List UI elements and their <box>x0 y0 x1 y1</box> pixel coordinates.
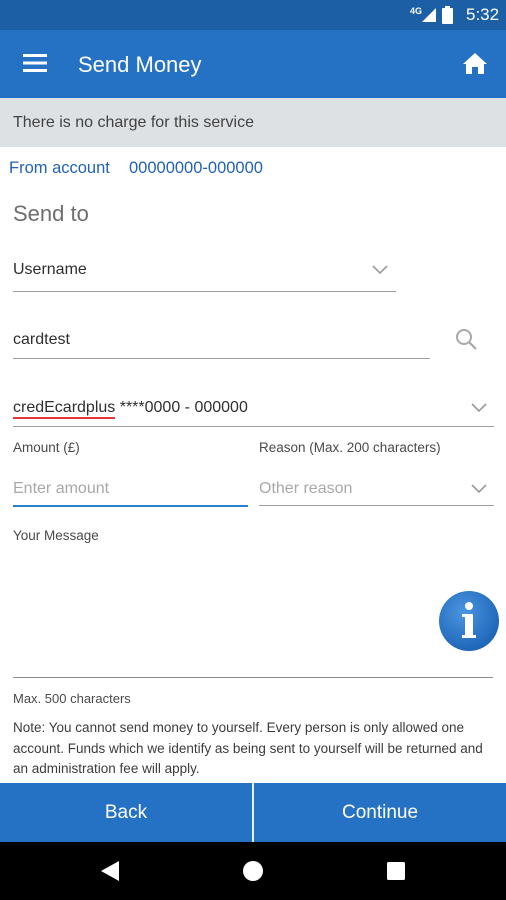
from-account-label: From account <box>9 159 110 177</box>
amount-underline <box>13 505 248 507</box>
recents-nav-icon[interactable] <box>387 862 405 880</box>
home-nav-icon[interactable] <box>242 860 264 882</box>
bottom-action-bar: Back Continue <box>0 783 506 842</box>
signal-icon <box>422 8 436 22</box>
message-limit: Max. 500 characters <box>13 691 131 706</box>
reason-label: Reason (Max. 200 characters) <box>259 440 441 455</box>
reason-select[interactable]: Other reason <box>259 472 494 508</box>
recipient-name: credEcardplus <box>13 399 116 419</box>
chevron-down-icon <box>471 484 487 494</box>
message-label: Your Message <box>13 528 99 543</box>
info-icon[interactable] <box>438 590 500 652</box>
lookup-type-underline <box>13 291 396 292</box>
chevron-down-icon <box>372 265 388 275</box>
recipient-underline <box>13 426 494 427</box>
lookup-type-value: Username <box>13 261 87 278</box>
system-nav-bar <box>0 842 506 900</box>
info-banner: There is no charge for this service <box>0 98 506 147</box>
send-to-heading: Send to <box>13 201 89 226</box>
recipient-account: ****0000 - 000000 <box>115 399 248 416</box>
recipient-text: credEcardplus ****0000 - 000000 <box>13 399 248 419</box>
banner-text: There is no charge for this service <box>13 114 254 131</box>
back-button[interactable]: Back <box>0 783 252 842</box>
home-icon[interactable] <box>463 53 487 74</box>
amount-placeholder: Enter amount <box>13 480 110 497</box>
reason-underline <box>259 505 494 506</box>
chevron-down-icon <box>471 403 487 413</box>
note-text: Note: You cannot send money to yourself.… <box>13 720 483 776</box>
lookup-type-select[interactable]: Username <box>13 255 396 293</box>
menu-icon[interactable] <box>23 54 47 72</box>
from-account-value[interactable]: 00000000-000000 <box>129 159 263 178</box>
search-icon[interactable] <box>455 328 477 350</box>
username-field[interactable]: cardtest <box>13 325 430 361</box>
status-bar: 4G 5:32 <box>0 0 506 30</box>
message-textarea[interactable]: Your Message <box>13 525 493 678</box>
username-value: cardtest <box>13 331 70 348</box>
back-nav-icon[interactable] <box>101 861 119 881</box>
reason-placeholder: Other reason <box>259 480 353 497</box>
clock: 5:32 <box>466 5 500 24</box>
amount-label: Amount (£) <box>13 440 80 455</box>
continue-button[interactable]: Continue <box>254 783 506 842</box>
username-underline <box>13 358 430 359</box>
amount-input[interactable]: Enter amount <box>13 472 248 508</box>
page-title: Send Money <box>78 52 202 77</box>
network-type: 4G <box>410 6 423 16</box>
app-bar: Send Money <box>0 30 506 98</box>
battery-icon <box>442 6 453 24</box>
recipient-select[interactable]: credEcardplus ****0000 - 000000 <box>13 393 494 427</box>
